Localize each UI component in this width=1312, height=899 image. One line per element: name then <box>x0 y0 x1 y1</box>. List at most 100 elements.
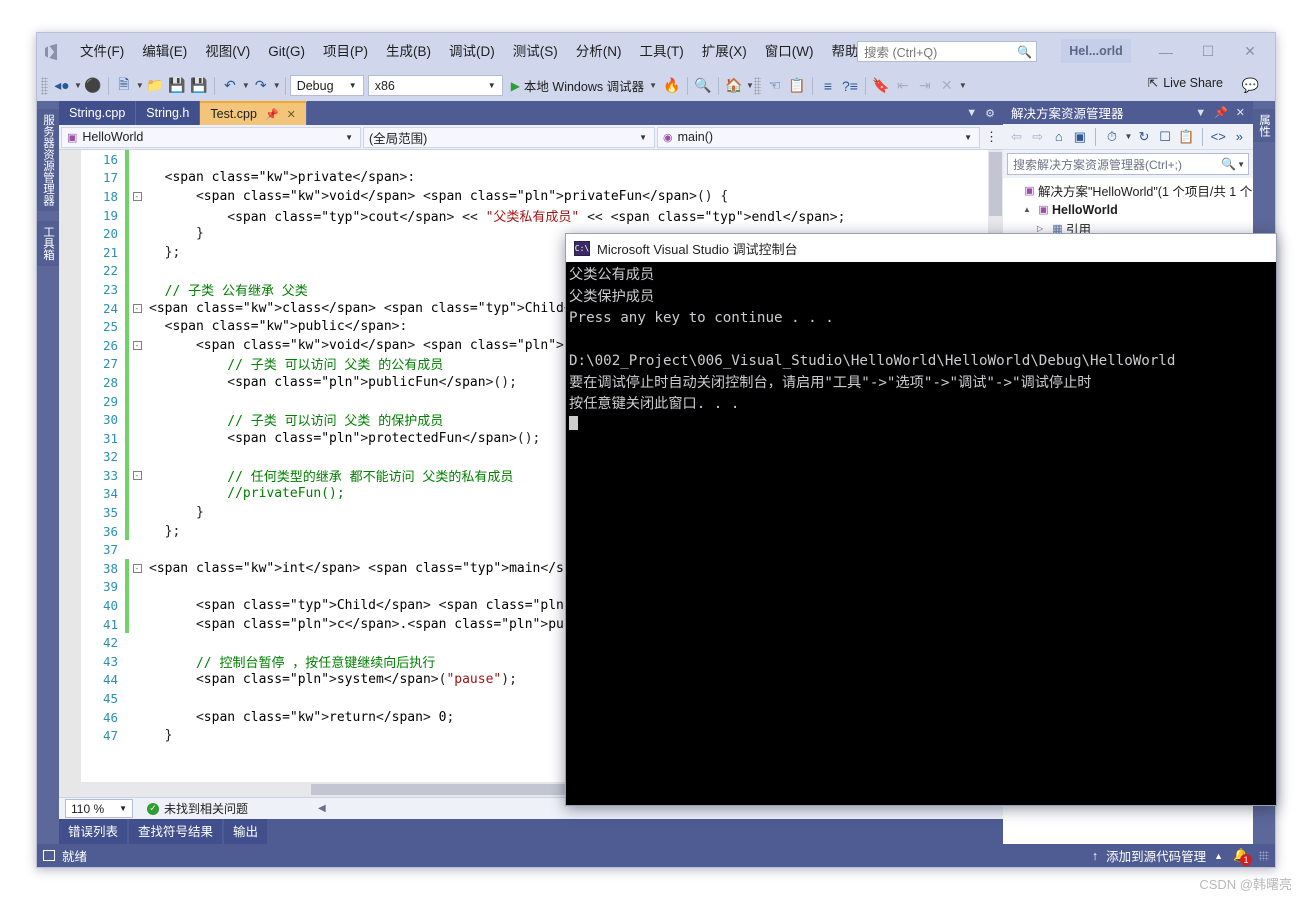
chevron-down-icon[interactable]: ▼ <box>74 81 82 90</box>
new-project-chevron-down-icon[interactable]: ▼ <box>136 81 144 90</box>
refresh-icon[interactable]: ↻ <box>1134 127 1153 147</box>
sidebar-tab-toolbox[interactable]: 工具箱 <box>37 221 59 266</box>
scrollbar-thumb[interactable] <box>989 152 1002 216</box>
copy-layout-icon[interactable]: 📋 <box>786 74 808 98</box>
quick-launch-search[interactable]: 搜索 (Ctrl+Q) 🔍 <box>857 41 1037 62</box>
menu-item-git[interactable]: Git(G) <box>259 40 314 64</box>
indent-icon[interactable]: ≡ <box>817 74 839 98</box>
solution-icon[interactable]: ▣ <box>1070 127 1089 147</box>
menu-item-analyze[interactable]: 分析(N) <box>567 40 631 64</box>
toolbar-overflow-icon[interactable]: ▼ <box>959 81 967 90</box>
chevron-down-icon[interactable]: ▼ <box>1125 132 1133 141</box>
tab-error-list[interactable]: 错误列表 <box>59 819 128 844</box>
show-all-files-icon[interactable]: <> <box>1209 127 1228 147</box>
bookmark-icon[interactable]: 🔖 <box>870 74 892 98</box>
menu-item-edit[interactable]: 编辑(E) <box>133 40 196 64</box>
properties-icon[interactable]: 📋 <box>1177 127 1196 147</box>
outlining-glyph[interactable]: - <box>129 470 145 480</box>
toolbar-grip-2[interactable] <box>753 76 761 95</box>
solution-platform-combo[interactable]: x86 ▼ <box>367 75 503 96</box>
toolbar-grip[interactable] <box>41 76 48 95</box>
menu-item-view[interactable]: 视图(V) <box>196 40 259 64</box>
zoom-combo[interactable]: 110 % ▼ <box>65 799 133 818</box>
scope-combo[interactable]: (全局范围) ▼ <box>363 126 655 148</box>
search-in-files-icon[interactable]: 🔍 <box>692 74 714 98</box>
navigate-forward-icon[interactable]: ⚫ <box>82 74 104 98</box>
close-icon[interactable]: ✕ <box>1229 33 1271 70</box>
twisty-icon[interactable]: ▲ <box>1023 205 1035 214</box>
save-icon[interactable]: 💾 <box>166 74 188 98</box>
menu-item-build[interactable]: 生成(B) <box>377 40 440 64</box>
undo-icon[interactable]: ↶ <box>219 74 241 98</box>
close-icon[interactable]: ✕ <box>1232 106 1249 119</box>
close-icon[interactable]: ✕ <box>287 108 296 121</box>
project-combo[interactable]: ▣ HelloWorld ▼ <box>61 126 361 148</box>
back-icon[interactable]: ⇦ <box>1007 127 1026 147</box>
forward-icon[interactable]: ⇨ <box>1028 127 1047 147</box>
debug-console-window[interactable]: C:\ Microsoft Visual Studio 调试控制台 父类公有成员… <box>565 233 1277 806</box>
start-debugging-button[interactable]: ▶ 本地 Windows 调试器 ▼ <box>507 74 661 98</box>
next-bookmark-icon[interactable]: ⇥ <box>914 74 936 98</box>
chevron-down-icon[interactable]: ▼ <box>966 107 977 119</box>
feedback-icon[interactable]: 💬 <box>1242 77 1259 94</box>
tab-find-symbol-results[interactable]: 查找符号结果 <box>129 819 223 844</box>
home-icon[interactable]: ⌂ <box>1049 127 1068 147</box>
document-tab-string-h[interactable]: String.h <box>136 101 201 125</box>
new-project-icon[interactable]: 🗎 <box>113 74 135 98</box>
menu-item-extensions[interactable]: 扩展(X) <box>693 40 756 64</box>
se-overflow-icon[interactable]: » <box>1230 127 1249 147</box>
navigate-backward-icon[interactable]: ◂● <box>51 74 73 98</box>
sidebar-tab-server-explorer[interactable]: 服务器资源管理器 <box>37 109 59 211</box>
select-element-icon[interactable]: ☜ <box>764 74 786 98</box>
collapse-all-icon[interactable]: ☐ <box>1156 127 1175 147</box>
save-all-icon[interactable]: 💾 <box>188 74 210 98</box>
menu-item-test[interactable]: 测试(S) <box>504 40 567 64</box>
menu-item-tools[interactable]: 工具(T) <box>631 40 693 64</box>
maximize-icon[interactable]: ☐ <box>1187 33 1229 70</box>
previous-bookmark-icon[interactable]: ⇤ <box>892 74 914 98</box>
outlining-glyph[interactable]: - <box>129 340 145 350</box>
sidebar-tab-properties[interactable]: 属性 <box>1253 109 1275 142</box>
minimize-icon[interactable]: — <box>1145 33 1187 70</box>
twisty-icon[interactable]: ▷ <box>1037 224 1049 233</box>
chevron-down-icon[interactable]: ▼ <box>1191 107 1210 119</box>
document-tab-test-cpp[interactable]: Test.cpp 📌 ✕ <box>200 101 307 125</box>
live-share-button[interactable]: ⇱ Live Share <box>1148 75 1223 91</box>
tab-output[interactable]: 输出 <box>224 819 268 844</box>
redo-icon[interactable]: ↷ <box>250 74 272 98</box>
live-preview-icon[interactable]: 🏠 <box>723 74 745 98</box>
outlining-glyph[interactable]: - <box>129 563 145 573</box>
clear-bookmarks-icon[interactable]: ✕ <box>936 74 958 98</box>
menu-item-window[interactable]: 窗口(W) <box>756 40 823 64</box>
hot-reload-icon[interactable]: 🔥 <box>661 74 683 98</box>
outlining-glyph[interactable]: - <box>129 303 145 313</box>
tree-item[interactable]: ▲ ▣ HelloWorld <box>1003 200 1253 219</box>
member-combo[interactable]: ◉ main() ▼ <box>657 126 980 148</box>
pin-icon[interactable]: 📌 <box>265 108 279 121</box>
live-preview-chevron-down-icon[interactable]: ▼ <box>746 81 754 90</box>
pin-icon[interactable]: 📌 <box>1210 106 1232 119</box>
menu-item-project[interactable]: 项目(P) <box>314 40 377 64</box>
menu-item-debug[interactable]: 调试(D) <box>440 40 504 64</box>
resize-grip[interactable] <box>1259 850 1269 861</box>
redo-chevron-down-icon[interactable]: ▼ <box>273 81 281 90</box>
solution-configuration-combo[interactable]: Debug ▼ <box>289 75 364 96</box>
chevron-up-icon[interactable]: ▲ <box>1214 851 1223 861</box>
notifications-button[interactable]: 🔔 1 <box>1231 847 1252 866</box>
outlining-glyph[interactable]: - <box>129 191 145 201</box>
open-file-icon[interactable]: 📁 <box>144 74 166 98</box>
document-tab-string-cpp[interactable]: String.cpp <box>59 101 137 125</box>
menu-item-file[interactable]: 文件(F) <box>71 40 133 64</box>
source-control-label[interactable]: 添加到源代码管理 <box>1106 846 1206 865</box>
gear-icon[interactable]: ⚙ <box>985 107 995 120</box>
chevron-down-icon[interactable]: ▼ <box>1237 160 1245 169</box>
undo-chevron-down-icon[interactable]: ▼ <box>242 81 250 90</box>
change-indicator <box>125 708 129 727</box>
previous-issue-icon[interactable]: ◀ <box>318 803 326 814</box>
pending-changes-icon[interactable]: ⏱ <box>1102 127 1121 147</box>
tree-item[interactable]: ▣ 解决方案"HelloWorld"(1 个项目/共 1 个 <box>1003 181 1253 200</box>
split-editor-icon[interactable]: ⋮ <box>982 129 1001 145</box>
solution-explorer-search[interactable]: 搜索解决方案资源管理器(Ctrl+;) 🔍 ▼ <box>1007 153 1249 175</box>
quick-actions-icon[interactable]: ?≡ <box>839 74 861 98</box>
main-menu[interactable]: 文件(F) 编辑(E) 视图(V) Git(G) 项目(P) 生成(B) 调试(… <box>71 33 886 70</box>
